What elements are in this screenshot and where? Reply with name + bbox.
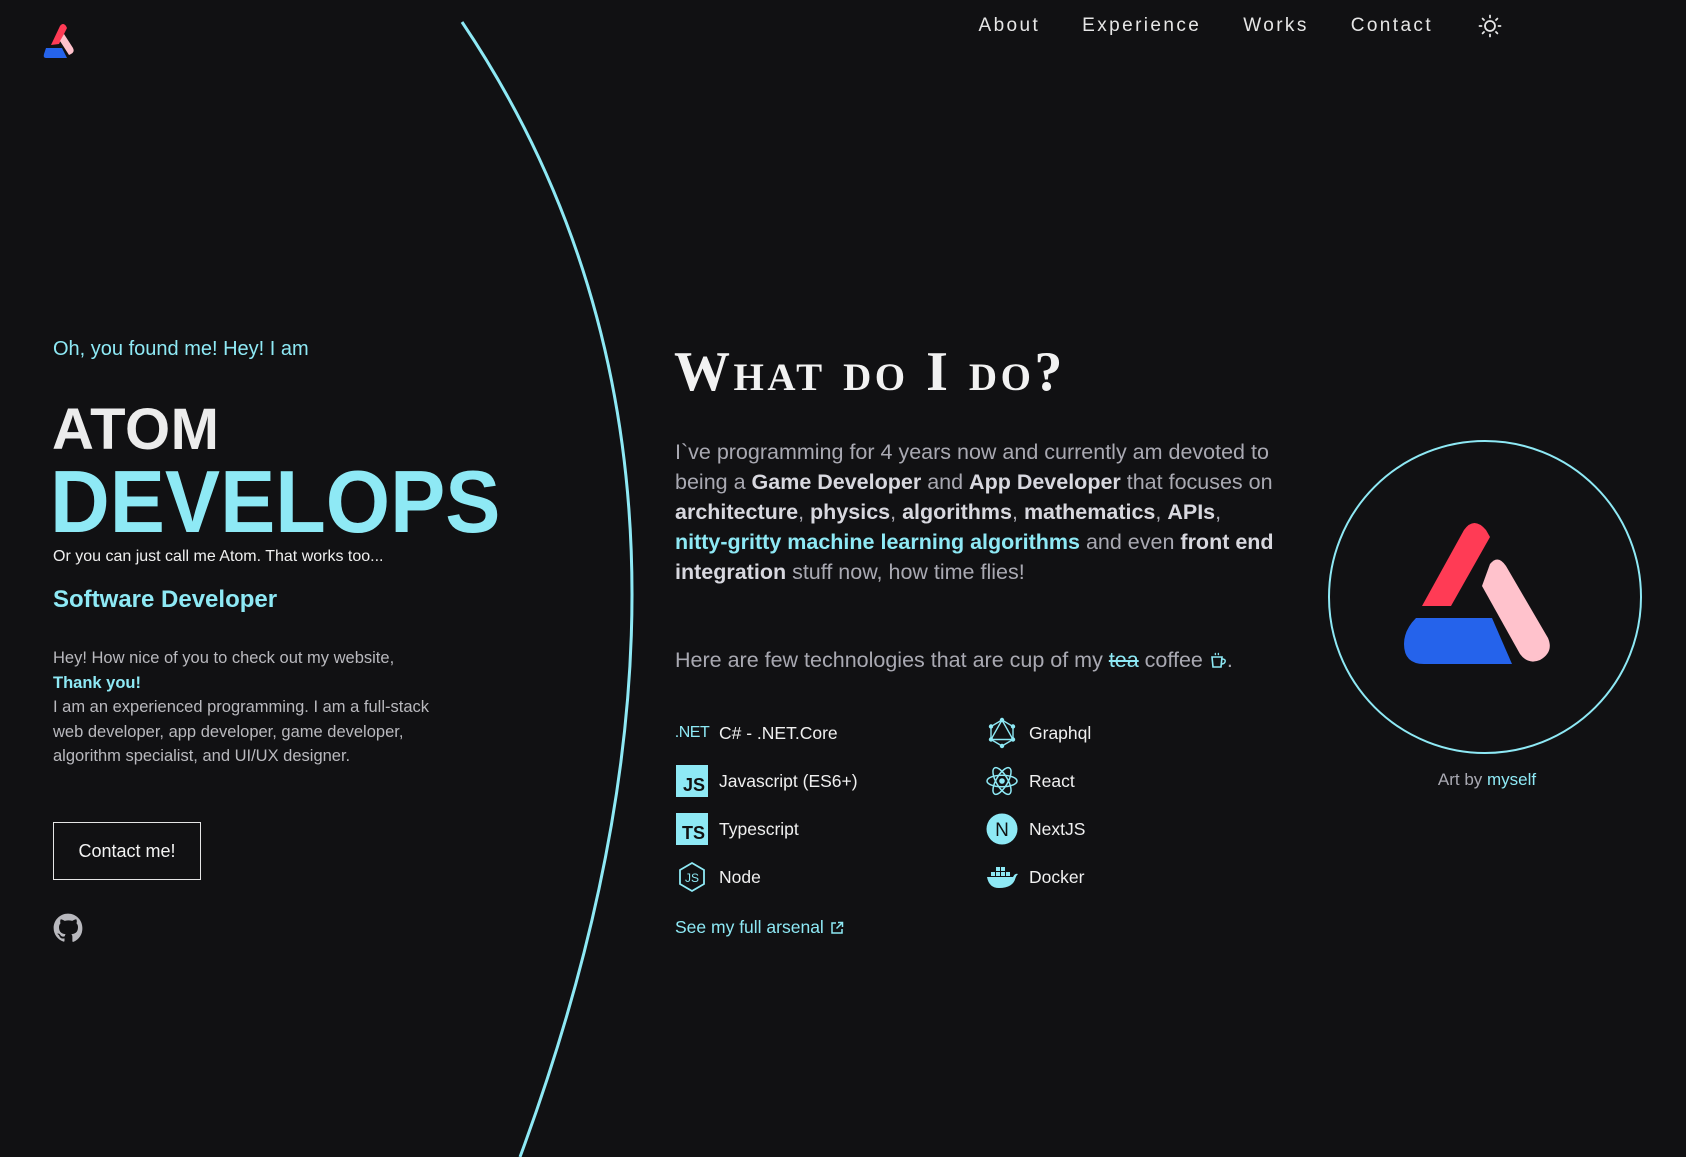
about-text: , [798, 500, 811, 524]
section-heading: What do I do? [674, 341, 1066, 403]
tech-list-left: .NET C# - .NET.Core JS Javascript (ES6+)… [675, 716, 858, 894]
about-app-dev: App Developer [969, 470, 1121, 494]
nextjs-icon: N [985, 812, 1019, 846]
bio-thanks: Thank you! [53, 673, 142, 692]
hero-bio: Hey! How nice of you to check out my web… [53, 646, 453, 769]
coffee-icon [1210, 652, 1226, 668]
about-text: that focuses on [1120, 470, 1273, 494]
about-apis: APIs [1167, 500, 1216, 524]
about-text: , [1155, 500, 1168, 524]
tech-list-right: Graphql React N NextJS Docker [985, 716, 1091, 894]
about-paragraph: I`ve programming for 4 years now and cur… [675, 437, 1275, 587]
bio-body: I am an experienced programming. I am a … [53, 698, 429, 765]
tech-intro-text: coffee [1138, 648, 1203, 672]
nav-works[interactable]: Works [1243, 15, 1308, 37]
javascript-icon: JS [675, 764, 709, 798]
arsenal-link-label: See my full arsenal [675, 917, 824, 937]
list-item: JS Node [675, 860, 858, 894]
react-icon [985, 764, 1019, 798]
docker-icon [985, 860, 1019, 894]
nav-experience[interactable]: Experience [1082, 15, 1201, 37]
about-text: and even [1079, 530, 1181, 554]
bio-lead: Hey! How nice of you to check out my web… [53, 649, 395, 667]
logo-icon[interactable] [42, 20, 82, 60]
about-text: , [1215, 500, 1222, 524]
typescript-icon: TS [675, 812, 709, 846]
tech-label: NextJS [1029, 818, 1086, 839]
tech-label: Docker [1029, 866, 1085, 887]
graphql-icon [985, 716, 1019, 750]
about-text: stuff now, how time flies! [786, 560, 1025, 584]
hero-role: Software Developer [53, 586, 278, 613]
about-game-dev: Game Developer [751, 470, 922, 494]
about-machine-learning: nitty-gritty machine learning algorithms [675, 530, 1080, 554]
nextjs-badge: N [995, 820, 1009, 841]
tech-label: Node [719, 866, 761, 887]
art-credit: Art by myself [1330, 770, 1644, 790]
list-item: Graphql [985, 716, 1091, 750]
art-credit-link[interactable]: myself [1487, 770, 1536, 789]
list-item: Docker [985, 860, 1091, 894]
tech-label: React [1029, 770, 1075, 791]
full-arsenal-link[interactable]: See my full arsenal [675, 917, 844, 938]
hero-intro: Oh, you found me! Hey! I am [53, 338, 309, 360]
node-icon: JS [675, 860, 709, 894]
list-item: JS Javascript (ES6+) [675, 764, 858, 798]
hero-tagline: DEVELOPS [50, 452, 501, 551]
tech-label: Graphql [1029, 722, 1092, 743]
contact-button[interactable]: Contact me! [53, 822, 201, 880]
github-icon[interactable] [53, 913, 83, 943]
about-algorithms: algorithms [902, 500, 1012, 524]
typescript-badge: TS [676, 813, 708, 845]
tech-intro-text: . [1226, 648, 1233, 672]
about-architecture: architecture [675, 500, 799, 524]
list-item: TS Typescript [675, 812, 858, 846]
dotnet-icon: .NET [674, 724, 710, 741]
external-link-icon [831, 921, 844, 934]
top-nav: About Experience Works Contact [979, 12, 1501, 40]
tech-label: Javascript (ES6+) [719, 770, 858, 791]
list-item: N NextJS [985, 812, 1091, 846]
tech-intro-strike: tea [1108, 648, 1139, 672]
javascript-badge: JS [676, 765, 708, 797]
tech-intro: Here are few technologies that are cup o… [675, 648, 1233, 673]
list-item: React [985, 764, 1091, 798]
about-text: , [890, 500, 903, 524]
nav-contact[interactable]: Contact [1351, 15, 1433, 37]
art-credit-prefix: Art by [1437, 770, 1487, 789]
list-item: .NET C# - .NET.Core [675, 716, 858, 750]
logo-art-icon [1404, 523, 1550, 664]
svg-text:JS: JS [685, 871, 699, 885]
tech-label: C# - .NET.Core [719, 722, 838, 743]
theme-toggle-sun-icon[interactable] [1478, 14, 1502, 38]
about-text: , [1011, 500, 1024, 524]
about-text: and [921, 470, 970, 494]
nav-about[interactable]: About [979, 15, 1041, 37]
hero-call-me: Or you can just call me Atom. That works… [53, 548, 384, 565]
about-physics: physics [810, 500, 891, 524]
tech-intro-text: Here are few technologies that are cup o… [675, 648, 1109, 672]
about-mathematics: mathematics [1023, 500, 1156, 524]
tech-label: Typescript [719, 818, 799, 839]
